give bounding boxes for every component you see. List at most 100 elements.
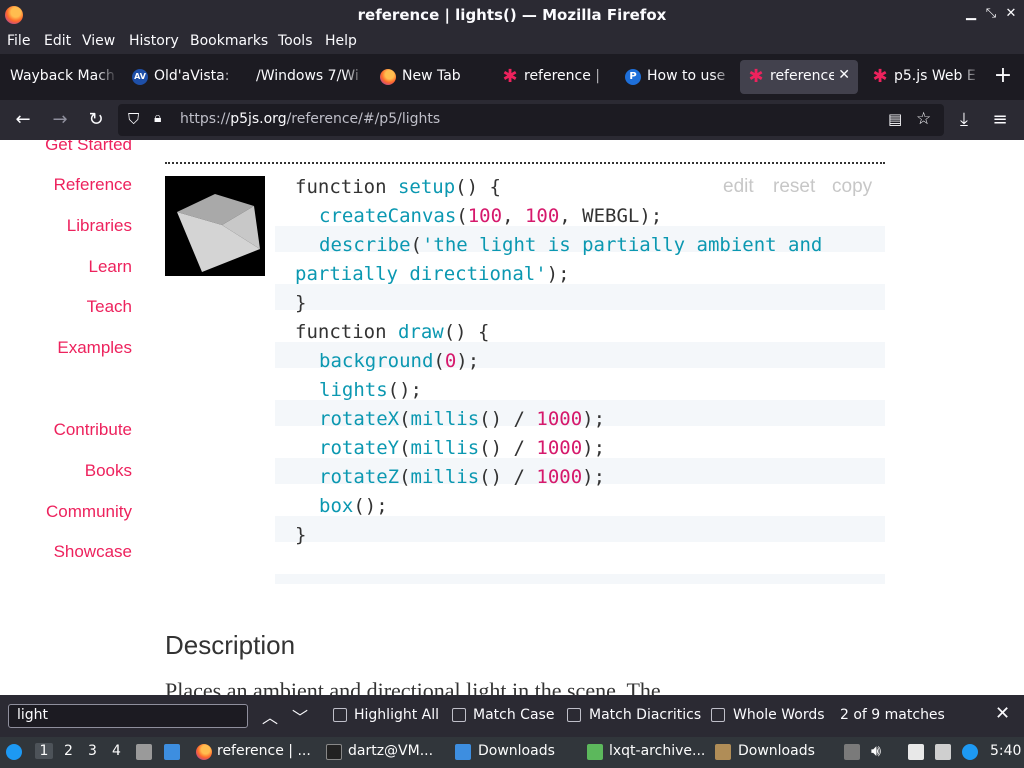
- tab-label: New Tab: [402, 68, 461, 84]
- p5-asterisk-icon: ✱: [872, 66, 888, 87]
- url-text[interactable]: https://p5js.org/reference/#/p5/lights: [180, 111, 440, 127]
- shield-icon[interactable]: ⛉: [128, 110, 139, 128]
- firefox-icon: [380, 69, 396, 85]
- sidebar-item-showcase[interactable]: Showcase: [54, 542, 132, 562]
- find-bar: light ︿ ﹀ Highlight All Match Case Match…: [0, 695, 1024, 737]
- menu-bar: File Edit View History Bookmarks Tools H…: [0, 30, 1024, 54]
- tab-reference-active[interactable]: ✱ reference ✕: [740, 60, 858, 94]
- show-desktop-icon[interactable]: [164, 744, 180, 760]
- hamburger-menu-icon[interactable]: ≡: [988, 108, 1012, 132]
- eject-icon[interactable]: [844, 744, 860, 760]
- menu-history[interactable]: History: [129, 33, 179, 49]
- update-notifier-icon[interactable]: [962, 744, 978, 760]
- workspace-3[interactable]: 3: [88, 743, 97, 759]
- volume-icon[interactable]: 🔊︎: [871, 741, 881, 761]
- task-terminal[interactable]: dartz@VM...: [348, 743, 433, 759]
- code-line: createCanvas(100, 100, WEBGL);: [319, 205, 663, 227]
- whole-words-label[interactable]: Whole Words: [733, 707, 825, 723]
- code-line: function setup() {: [295, 176, 501, 198]
- minimize-icon[interactable]: ▁: [962, 5, 980, 23]
- menu-edit[interactable]: Edit: [44, 33, 71, 49]
- new-tab-button[interactable]: +: [992, 65, 1014, 88]
- tab-new-tab[interactable]: New Tab: [372, 60, 490, 94]
- tab-label: reference: [770, 68, 834, 84]
- sidebar-item-community[interactable]: Community: [46, 502, 132, 522]
- close-findbar-icon[interactable]: ✕: [995, 703, 1010, 724]
- downloads-icon[interactable]: ⤓: [952, 108, 976, 132]
- close-window-icon[interactable]: ✕: [1002, 5, 1020, 23]
- sidebar-item-libraries[interactable]: Libraries: [67, 216, 132, 236]
- find-previous-icon[interactable]: ︿: [262, 704, 278, 728]
- task-downloads-2[interactable]: Downloads: [738, 743, 815, 759]
- match-case-label[interactable]: Match Case: [473, 707, 554, 723]
- clipboard-icon[interactable]: [908, 744, 924, 760]
- highlight-all-label[interactable]: Highlight All: [354, 707, 439, 723]
- reload-icon[interactable]: ↻: [84, 108, 108, 132]
- tab-reference-1[interactable]: ✱ reference |: [494, 60, 612, 94]
- menu-file[interactable]: File: [7, 33, 30, 49]
- code-line: rotateY(millis() / 1000);: [319, 437, 606, 459]
- workspace-1[interactable]: 1: [35, 743, 53, 759]
- code-line: box();: [319, 495, 388, 517]
- restore-icon[interactable]: ⤡: [982, 5, 1000, 23]
- task-lxqt-archiver[interactable]: lxqt-archive...: [609, 743, 705, 759]
- sidebar-item-examples[interactable]: Examples: [57, 338, 132, 358]
- code-reset-button[interactable]: reset: [773, 176, 815, 198]
- match-diacritics-checkbox[interactable]: [567, 708, 581, 722]
- bookmark-star-icon[interactable]: ☆: [916, 109, 931, 129]
- match-case-checkbox[interactable]: [452, 708, 466, 722]
- dotted-divider: [165, 162, 885, 164]
- code-edit-button[interactable]: edit: [723, 176, 754, 198]
- p5-asterisk-icon: ✱: [748, 66, 764, 87]
- taskbar: 1 2 3 4 reference | ... dartz@VM... Down…: [0, 737, 1024, 768]
- start-menu-icon[interactable]: [6, 744, 22, 760]
- match-diacritics-label[interactable]: Match Diacritics: [589, 707, 701, 723]
- description-heading: Description: [165, 630, 296, 660]
- sidebar-item-teach[interactable]: Teach: [87, 297, 132, 317]
- sidebar-item-books[interactable]: Books: [85, 461, 132, 481]
- terminal-icon: [326, 744, 342, 760]
- sidebar-item-get-started[interactable]: Get Started: [45, 140, 132, 155]
- close-tab-icon[interactable]: ✕: [838, 67, 850, 83]
- code-line: partially directional');: [295, 263, 570, 285]
- file-manager-launcher-icon[interactable]: [136, 744, 152, 760]
- firefox-icon: [196, 744, 212, 760]
- reader-view-icon[interactable]: ▤: [888, 110, 902, 128]
- menu-view[interactable]: View: [82, 33, 115, 49]
- task-downloads-1[interactable]: Downloads: [478, 743, 555, 759]
- find-input[interactable]: light: [8, 704, 248, 728]
- menu-help[interactable]: Help: [325, 33, 357, 49]
- back-icon[interactable]: ←: [11, 108, 35, 132]
- forward-icon[interactable]: →: [48, 108, 72, 132]
- archive-icon: [587, 744, 603, 760]
- workspace-2[interactable]: 2: [64, 743, 73, 759]
- workspace-4[interactable]: 4: [112, 743, 121, 759]
- url-bar[interactable]: ⛉ 🔒︎ https://p5js.org/reference/#/p5/lig…: [118, 104, 944, 136]
- sidebar-item-learn[interactable]: Learn: [89, 257, 132, 277]
- sidebar-item-reference[interactable]: Reference: [54, 175, 132, 195]
- page-content: Get Started Reference Libraries Learn Te…: [0, 140, 1024, 695]
- code-copy-button[interactable]: copy: [832, 176, 872, 198]
- code-example[interactable]: edit reset copy function setup() { create…: [275, 176, 885, 584]
- highlight-all-checkbox[interactable]: [333, 708, 347, 722]
- altavista-icon: AV: [132, 69, 148, 85]
- lock-icon[interactable]: 🔒︎: [154, 110, 161, 126]
- network-icon[interactable]: [935, 744, 951, 760]
- tab-windows7[interactable]: /Windows 7/Wi: [248, 60, 366, 94]
- find-next-icon[interactable]: ﹀: [292, 704, 308, 728]
- task-firefox[interactable]: reference | ...: [217, 743, 311, 759]
- tab-p5js-web-editor[interactable]: ✱ p5.js Web E: [864, 60, 982, 94]
- p-logo-icon: P: [625, 69, 641, 85]
- tab-how-to-use[interactable]: P How to use: [617, 60, 735, 94]
- tab-wayback[interactable]: Wayback Mach: [0, 60, 118, 94]
- sidebar-item-contribute[interactable]: Contribute: [54, 420, 132, 440]
- find-status: 2 of 9 matches: [840, 707, 945, 723]
- code-line: background(0);: [319, 350, 480, 372]
- navigation-bar: ← → ↻ ⛉ 🔒︎ https://p5js.org/reference/#/…: [0, 100, 1024, 140]
- whole-words-checkbox[interactable]: [711, 708, 725, 722]
- tab-oldavista[interactable]: AV Old'aVista:: [124, 60, 242, 94]
- menu-tools[interactable]: Tools: [278, 33, 313, 49]
- folder-icon: [715, 744, 731, 760]
- tab-bar: Wayback Mach AV Old'aVista: /Windows 7/W…: [0, 54, 1024, 100]
- menu-bookmarks[interactable]: Bookmarks: [190, 33, 268, 49]
